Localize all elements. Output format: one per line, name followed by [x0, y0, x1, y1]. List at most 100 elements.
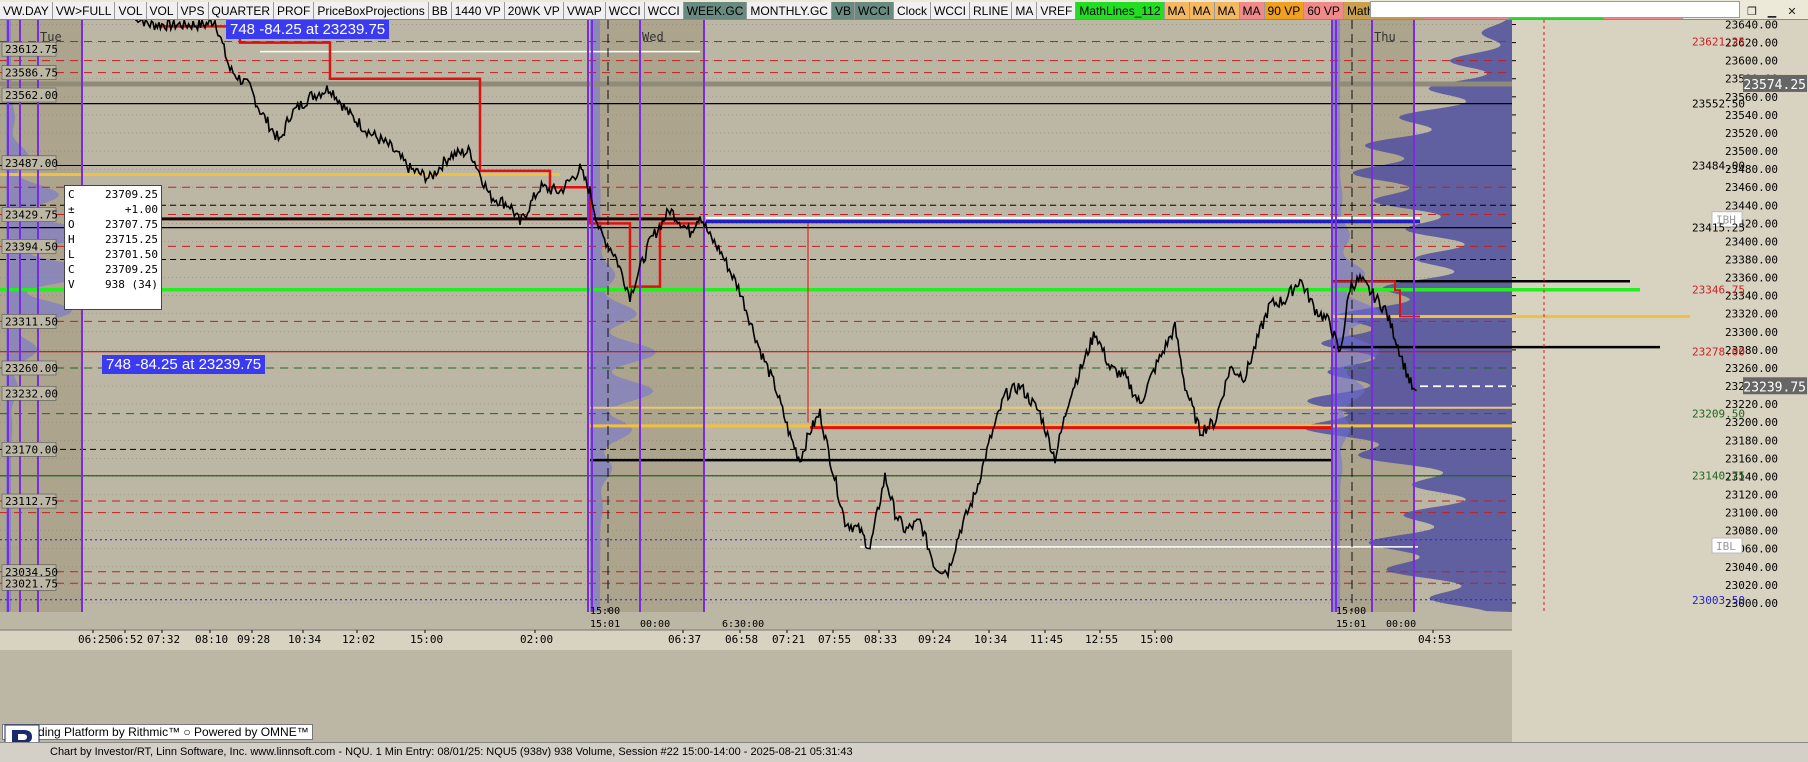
indicator-button-1440-vp[interactable]: 1440 VP	[451, 2, 505, 19]
indicator-button-vol[interactable]: VOL	[115, 2, 147, 19]
indicator-button-90-vp[interactable]: 90 VP	[1264, 2, 1305, 19]
left-level-label: 23394.50	[5, 240, 58, 253]
trade-banner-top: 748 -84.25 at 23239.75	[226, 20, 390, 39]
price-marker-label: 23574.25	[1743, 78, 1806, 93]
level-label: 23552.50	[1692, 98, 1745, 111]
indicator-toolbar: VW.DAY VW>FULL VOL VOL VPS QUARTER PROF PriceBo…	[0, 0, 1808, 20]
time-tick-label: 02:00	[520, 633, 553, 646]
indicator-button-vref[interactable]: VREF	[1037, 2, 1077, 19]
left-level-label: 23112.75	[5, 495, 58, 508]
ohlc-key: C	[68, 263, 75, 276]
time-tick-label: 12:02	[342, 633, 375, 646]
time-tick-label: 08:33	[864, 633, 897, 646]
time-tick-label: 10:34	[288, 633, 321, 646]
indicator-button-prof[interactable]: PROF	[273, 2, 315, 19]
indicator-button-ma[interactable]: MA	[1012, 2, 1038, 19]
price-tick-label: 23080.00	[1725, 525, 1778, 538]
price-tick-label: 23260.00	[1725, 362, 1778, 375]
ohlc-value: 23707.75	[105, 218, 158, 231]
left-level-label: 23487.00	[5, 157, 58, 170]
chart-area[interactable]: 23640.0023620.0023600.0023580.0023560.00…	[0, 20, 1808, 742]
ohlc-row: H 23715.25	[68, 232, 158, 247]
time-tick-label: 07:21	[772, 633, 805, 646]
omne-label: Powered by OMNE	[194, 725, 297, 739]
session-marker-label: 15:01	[1336, 619, 1366, 630]
time-tick-label: 06:37	[668, 633, 701, 646]
time-tick-label: 07:55	[818, 633, 851, 646]
indicator-button-ma[interactable]: MA	[1239, 2, 1265, 19]
price-tick-label: 23520.00	[1725, 127, 1778, 140]
indicator-button-vol[interactable]: VOL	[146, 2, 178, 19]
close-icon[interactable]: ✕	[1782, 3, 1802, 19]
price-tick-label: 23320.00	[1725, 308, 1778, 321]
session-marker-label: 15:00	[590, 606, 620, 617]
level-label: 23621.25	[1692, 35, 1745, 48]
ohlc-row: ± +1.00	[68, 202, 158, 217]
indicator-button-vwap[interactable]: VWAP	[563, 2, 606, 19]
price-tick-label: 23500.00	[1725, 145, 1778, 158]
time-tick-label: 11:45	[1030, 633, 1063, 646]
indicator-button-rline[interactable]: RLINE	[970, 2, 1013, 19]
ohlc-value: 23715.25	[105, 233, 158, 246]
indicator-button-vw-full[interactable]: VW>FULL	[52, 2, 116, 19]
indicator-button-vps[interactable]: VPS	[177, 2, 209, 19]
symbol-input[interactable]	[1370, 1, 1740, 18]
indicator-button-clock[interactable]: Clock	[893, 2, 931, 19]
price-tick-label: 23380.00	[1725, 254, 1778, 267]
level-label: 23003.50	[1692, 594, 1745, 607]
indicator-button-wcci[interactable]: WCCI	[854, 2, 894, 19]
price-tick-label: 23300.00	[1725, 326, 1778, 339]
day-label: Thu	[1374, 30, 1396, 44]
indicator-button-ma[interactable]: MA	[1164, 2, 1190, 19]
session-marker-label: 00:00	[1386, 619, 1416, 630]
left-level-label: 23232.00	[5, 387, 58, 400]
ohlc-value: 23709.25	[105, 263, 158, 276]
indicator-button-vb[interactable]: VB	[831, 2, 855, 19]
indicator-button-ma[interactable]: MA	[1189, 2, 1215, 19]
trade-banner-middle: 748 -84.25 at 23239.75	[102, 355, 266, 374]
price-tick-label: 23640.00	[1725, 20, 1778, 32]
time-tick-label: 06:58	[725, 633, 758, 646]
indicator-button-20wk-vp[interactable]: 20WK VP	[504, 2, 564, 19]
indicator-button-quarter[interactable]: QUARTER	[208, 2, 274, 19]
time-tick-label: 10:34	[974, 633, 1007, 646]
indicator-button-bb[interactable]: BB	[428, 2, 452, 19]
indicator-button-vw-day[interactable]: VW.DAY	[0, 2, 53, 19]
ohlc-value: +1.00	[124, 203, 158, 216]
price-tick-label: 23440.00	[1725, 199, 1778, 212]
level-label: 23209.50	[1692, 408, 1745, 421]
session-marker-label: 15:00	[1336, 606, 1366, 617]
left-level-label: 23612.75	[5, 43, 58, 56]
time-tick-label: 06:52	[110, 633, 143, 646]
time-tick-label: 15:00	[410, 633, 443, 646]
indicator-button-wcci[interactable]: WCCI	[644, 2, 684, 19]
level-label: IBL	[1716, 540, 1736, 553]
indicator-button-60-vp[interactable]: 60 VP	[1304, 2, 1344, 19]
omne-radio-icon[interactable]: ○	[183, 725, 190, 739]
indicator-button-wcci[interactable]: WCCI	[605, 2, 645, 19]
ohlc-key: H	[68, 233, 75, 246]
indicator-button-ma[interactable]: MA	[1214, 2, 1240, 19]
ohlc-value: 23709.25	[105, 188, 158, 201]
ohlc-readout: C 23709.25 ± +1.00 O 23707.75 H 23715.25 L 23701.…	[64, 185, 162, 310]
minimize-icon[interactable]: ▁	[1762, 3, 1782, 19]
indicator-button-wcci[interactable]: WCCI	[931, 2, 970, 19]
time-tick-label: 06:25	[78, 633, 111, 646]
session-marker-label: 00:00	[640, 619, 670, 630]
level-label: 23484.00	[1692, 160, 1745, 173]
indicator-button-priceboxprojections[interactable]: PriceBoxProjections	[314, 2, 429, 19]
ohlc-key: O	[68, 218, 75, 231]
indicator-button-mathlines-112[interactable]: MathLines_112	[1076, 2, 1165, 19]
indicator-button-monthly-gc[interactable]: MONTHLY.GC	[747, 2, 832, 19]
left-level-label: 23260.00	[5, 362, 58, 375]
price-tick-label: 23120.00	[1725, 489, 1778, 502]
price-chart[interactable]: 23640.0023620.0023600.0023580.0023560.00…	[0, 20, 1808, 742]
current-price-label: 23239.75	[1743, 380, 1806, 395]
level-label: 23415.25	[1692, 222, 1745, 235]
restore-icon[interactable]: ❐	[1742, 3, 1762, 19]
left-level-label: 23170.00	[5, 443, 58, 456]
price-tick-label: 23400.00	[1725, 235, 1778, 248]
indicator-button-week-gc[interactable]: WEEK.GC	[683, 2, 748, 19]
time-tick-label: 15:00	[1140, 633, 1173, 646]
ohlc-value: 23701.50	[105, 248, 158, 261]
